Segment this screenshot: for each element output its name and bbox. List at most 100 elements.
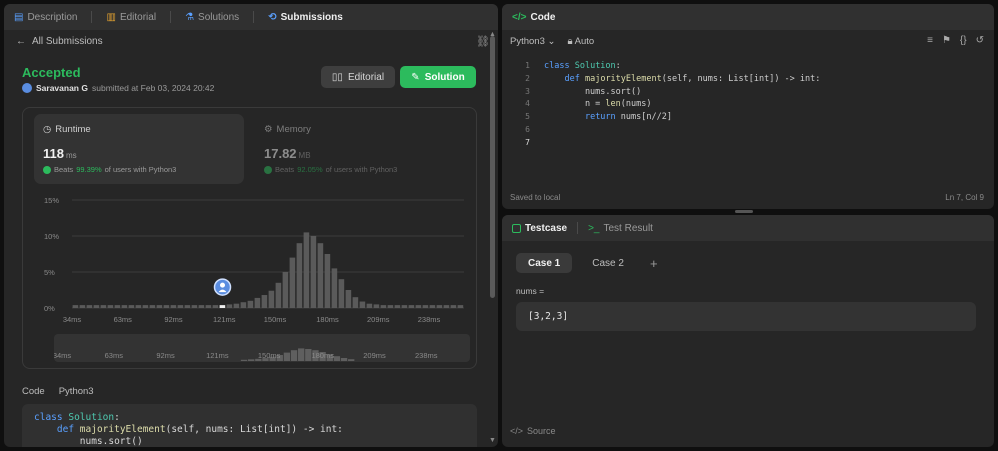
testcase-panel: Testcase >_ Test Result Case 1 Case 2 + …: [502, 215, 994, 447]
runtime-card[interactable]: ◷ Runtime 118 ms Beats 99.39% of users wi…: [34, 114, 244, 184]
left-tabbar: ▤ Description ▥ Editorial ⚗ Solutions ⟲ …: [4, 4, 498, 30]
mini-tick-label: 63ms: [105, 351, 124, 360]
link-icon[interactable]: ⛓: [476, 35, 490, 48]
chart-bar: [387, 305, 394, 308]
code-preview-line: nums.sort(): [34, 436, 143, 447]
tab-description[interactable]: ▤ Description: [14, 12, 77, 23]
bookmark-icon[interactable]: ⚑: [942, 35, 951, 46]
chart-bar: [163, 305, 170, 308]
chart-bar: [107, 305, 114, 308]
mini-chart-bar: [348, 359, 355, 361]
chart-bar: [310, 236, 317, 308]
nums-input[interactable]: [3,2,3]: [516, 302, 976, 331]
chevron-down-icon: ⌄: [547, 36, 556, 47]
chart-bar: [191, 305, 198, 308]
code-icon: </>: [512, 11, 527, 23]
add-case-button[interactable]: +: [644, 253, 664, 273]
code-section-header: Code Python3: [22, 386, 94, 397]
chart-bar: [261, 295, 268, 308]
book-icon: ▯▯: [331, 71, 343, 83]
mini-chart-bar: [340, 358, 348, 361]
chart-bar: [212, 305, 219, 308]
chart-bar: [275, 282, 282, 308]
save-status: Saved to local: [510, 193, 561, 202]
edit-icon: ✎: [411, 71, 420, 83]
tab-editorial[interactable]: ▥ Editorial: [106, 12, 156, 23]
tab-separator: [170, 11, 172, 23]
chart-bar: [289, 257, 296, 308]
chart-bar: [359, 301, 366, 308]
submitter-name[interactable]: Saravanan G: [36, 83, 88, 93]
case-1-tab[interactable]: Case 1: [516, 253, 573, 273]
mini-chart-bar: [283, 352, 291, 361]
chart-bar: [457, 305, 464, 308]
chart-bar: [331, 268, 338, 308]
auto-mode[interactable]: 🔒︎ Auto: [567, 36, 594, 47]
mini-tick-label: 92ms: [156, 351, 175, 360]
tab-solutions[interactable]: ⚗ Solutions: [185, 12, 239, 23]
editor-tools: ≡ ⚑ {} ↺: [927, 35, 984, 46]
code-editor[interactable]: 1 2 3 4 5 6 7 class Solution: def majori…: [510, 60, 986, 180]
chart-bar: [121, 305, 128, 308]
language-select[interactable]: Python3 ⌄: [510, 36, 555, 47]
chart-bar: [240, 302, 247, 308]
mini-chart-bar: [240, 359, 248, 361]
memory-card[interactable]: ⚙ Memory 17.82 MB Beats 92.05% of users w…: [264, 114, 464, 184]
chart-bar: [380, 305, 387, 308]
source-link[interactable]: </> Source: [510, 426, 556, 436]
tab-submissions[interactable]: ⟲ Submissions: [268, 12, 343, 23]
submitter-info: Saravanan G submitted at Feb 03, 2024 20…: [22, 83, 214, 93]
chart-bar: [86, 305, 93, 308]
tab-testcase[interactable]: Testcase: [512, 223, 567, 234]
tab-test-result[interactable]: >_ Test Result: [588, 223, 653, 234]
checkbox-icon: [512, 223, 521, 233]
runtime-beats: Beats 99.39% of users with Python3: [43, 165, 176, 174]
editorial-button[interactable]: ▯▯ Editorial: [321, 66, 395, 88]
chart-bar: [149, 305, 156, 308]
y-tick-label: 10%: [44, 232, 59, 241]
chart-bar: [296, 243, 303, 308]
chart-range-slider[interactable]: 34ms 63ms 92ms 121ms 150ms 180ms 209ms 238ms: [53, 334, 470, 362]
chart-bar: [205, 305, 212, 308]
clock-icon: ◷: [43, 124, 52, 135]
solution-button[interactable]: ✎ Solution: [400, 66, 476, 88]
scroll-down-arrow[interactable]: ▼: [489, 437, 496, 444]
x-tick-label: 180ms: [316, 315, 339, 324]
runtime-distribution-chart[interactable]: 15% 10% 5% 0% 34ms 63ms 92ms 121ms 150ms 180ms 209…: [34, 192, 464, 332]
scrollbar[interactable]: [490, 36, 495, 298]
runtime-value: 118 ms: [43, 146, 77, 161]
tab-separator: [91, 11, 93, 23]
mini-chart-bar: [248, 359, 255, 361]
reset-icon[interactable]: ↺: [976, 35, 984, 46]
mini-chart-bar: [298, 348, 305, 361]
arrow-left-icon: ←: [16, 36, 26, 47]
code-toolbar: Python3 ⌄ 🔒︎ Auto: [510, 36, 594, 47]
chart-bar: [184, 305, 191, 308]
description-icon: ▤: [14, 11, 24, 23]
panel-resize-handle[interactable]: [735, 210, 753, 213]
y-tick-label: 5%: [44, 268, 55, 277]
case-2-tab[interactable]: Case 2: [580, 253, 636, 273]
chart-bar: [408, 305, 415, 308]
chart-bar: [373, 304, 380, 308]
chart-bar: [422, 305, 429, 308]
chart-bar: [436, 305, 443, 308]
braces-icon[interactable]: {}: [960, 35, 967, 46]
chart-bar: [233, 303, 240, 308]
mini-chart-bar: [333, 356, 341, 361]
mini-tick-label: 209ms: [363, 351, 386, 360]
avatar[interactable]: [22, 83, 32, 93]
all-submissions-link[interactable]: ← All Submissions: [16, 36, 103, 47]
tab-code[interactable]: </> Code: [512, 12, 555, 23]
chart-bar: [401, 305, 408, 308]
mini-chart-bar: [290, 350, 298, 361]
chart-bar: [254, 297, 261, 308]
chart-bar: [226, 304, 233, 308]
chart-bar: [198, 305, 205, 308]
chart-bar: [303, 232, 310, 308]
chart-bar: [415, 305, 422, 308]
editorial-icon: ▥: [106, 11, 116, 23]
chart-bar: [79, 305, 86, 308]
x-tick-label: 92ms: [164, 315, 183, 324]
format-icon[interactable]: ≡: [927, 35, 933, 46]
